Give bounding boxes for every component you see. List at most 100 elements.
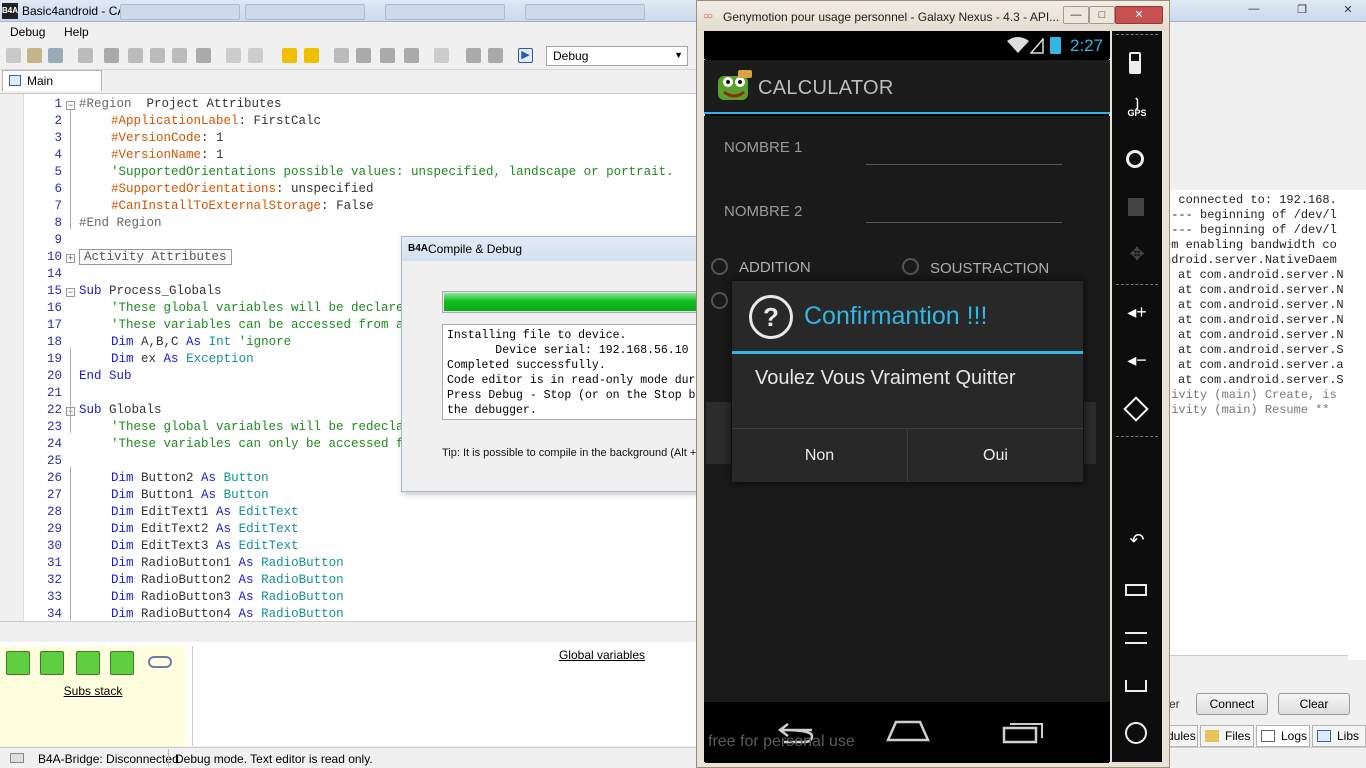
- debug-stop-icon[interactable]: [110, 651, 134, 675]
- arrow-left-icon[interactable]: [282, 48, 297, 63]
- designer-icon[interactable]: [356, 48, 371, 63]
- tab-files[interactable]: Files: [1200, 725, 1254, 747]
- log-horizontal-scrollbar[interactable]: [1162, 655, 1348, 669]
- tab-main[interactable]: Main: [2, 70, 102, 91]
- home-icon[interactable]: [886, 720, 930, 742]
- bookmark-icon[interactable]: [334, 48, 349, 63]
- fold-toggle-icon[interactable]: +: [66, 254, 75, 263]
- undo-icon[interactable]: [150, 48, 165, 63]
- subs-stack-label[interactable]: Subs stack: [0, 684, 186, 698]
- sidebar-recent-icon[interactable]: [1125, 584, 1147, 596]
- genymotion-logo-icon: ○○: [703, 11, 713, 22]
- radio-soustraction[interactable]: [902, 258, 919, 275]
- radio-multiplication[interactable]: [711, 292, 728, 309]
- line-number: 29: [46, 522, 62, 536]
- close-icon[interactable]: ✕: [1115, 6, 1163, 24]
- move-icon[interactable]: ✥: [1112, 244, 1162, 265]
- debug-mode-value: Debug: [553, 49, 589, 63]
- minimize-icon[interactable]: —: [1242, 3, 1266, 18]
- code-line: Dim Button2 As Button: [111, 471, 269, 485]
- line-number: 23: [46, 420, 62, 434]
- gps-widget-icon[interactable]: ❳ GPS: [1112, 97, 1162, 118]
- restore-icon[interactable]: ❐: [1290, 3, 1314, 18]
- camera-widget-icon[interactable]: [1126, 150, 1144, 168]
- nombre1-input[interactable]: [866, 164, 1062, 165]
- code-line: #VersionCode: 1: [111, 131, 224, 145]
- line-number: 25: [46, 454, 62, 468]
- code-line: #End Region: [79, 216, 162, 230]
- clear-button[interactable]: Clear: [1278, 693, 1350, 715]
- sidebar-divider: [1116, 436, 1158, 437]
- designer2-icon[interactable]: [380, 48, 395, 63]
- code-line: Dim ex As Exception: [111, 352, 254, 366]
- sidebar-back-icon[interactable]: ↶: [1112, 530, 1162, 551]
- volume-up-icon[interactable]: ◂+: [1112, 302, 1162, 323]
- debug-pause-icon[interactable]: [76, 651, 100, 675]
- nombre2-input[interactable]: [866, 222, 1062, 223]
- b4a-small-logo-icon: B4A: [408, 243, 429, 254]
- sidebar-menu-icon[interactable]: [1125, 632, 1147, 644]
- redo-icon[interactable]: [172, 48, 187, 63]
- save-icon[interactable]: [48, 48, 63, 63]
- taskbar-button[interactable]: [245, 4, 365, 20]
- tab-logs[interactable]: Logs: [1256, 725, 1310, 747]
- abstract-designer-icon[interactable]: [404, 48, 419, 63]
- line-number: 10: [46, 250, 62, 264]
- maximize-icon[interactable]: □: [1089, 6, 1115, 24]
- uncomment-icon[interactable]: [248, 48, 263, 63]
- new-file-icon[interactable]: [6, 48, 21, 63]
- line-number: 20: [46, 369, 62, 383]
- debug-step-icon[interactable]: [40, 651, 64, 675]
- fold-toggle-icon[interactable]: −: [66, 101, 75, 110]
- genymotion-watermark: free for personal use: [708, 733, 855, 750]
- comment-icon[interactable]: [226, 48, 241, 63]
- link-icon[interactable]: [148, 656, 172, 668]
- minimize-icon[interactable]: —: [1063, 6, 1089, 24]
- sidebar-home-icon[interactable]: [1125, 680, 1147, 692]
- outdent-icon[interactable]: [488, 48, 503, 63]
- recent-apps-icon[interactable]: [1002, 720, 1044, 744]
- find-icon[interactable]: [196, 48, 211, 63]
- code-line: Dim EditText2 As EditText: [111, 522, 299, 536]
- debug-run-icon[interactable]: [6, 651, 30, 675]
- line-number: 24: [46, 437, 62, 451]
- folder-icon: [1205, 730, 1219, 742]
- log-line: ---- beginning of /dev/l: [1164, 223, 1337, 237]
- run-icon[interactable]: ▶: [518, 48, 533, 63]
- dialog-yes-button[interactable]: Oui: [908, 429, 1083, 482]
- open-folder-icon[interactable]: [27, 48, 42, 63]
- close-icon[interactable]: ✕: [1336, 3, 1360, 18]
- line-number: 3: [54, 131, 62, 145]
- connect-button[interactable]: Connect: [1196, 693, 1268, 715]
- dialog-no-button[interactable]: Non: [732, 429, 907, 482]
- taskbar-button[interactable]: [385, 4, 505, 20]
- tab-libs[interactable]: Libs: [1312, 725, 1366, 747]
- battery-widget-icon[interactable]: [1129, 52, 1141, 74]
- volume-down-icon[interactable]: ◂−: [1112, 350, 1162, 371]
- nombre1-label: NOMBRE 1: [724, 139, 803, 156]
- debug-mode-select[interactable]: Debug ▼: [546, 46, 688, 66]
- arrow-right-icon[interactable]: [304, 48, 319, 63]
- editor-horizontal-scrollbar[interactable]: [0, 621, 700, 638]
- radio-addition[interactable]: [711, 258, 728, 275]
- menu-debug[interactable]: Debug: [10, 25, 45, 39]
- media-widget-icon[interactable]: [1128, 198, 1144, 216]
- paste-icon[interactable]: [128, 48, 143, 63]
- code-line: Sub Globals: [79, 403, 162, 417]
- cut-icon[interactable]: [104, 48, 119, 63]
- tab-logs-label: Logs: [1281, 729, 1308, 743]
- taskbar-button[interactable]: [120, 4, 240, 20]
- battery-icon: [1050, 37, 1061, 54]
- wifi-icon: [1007, 37, 1029, 53]
- app-title: CALCULATOR: [758, 77, 894, 99]
- indent-icon[interactable]: [466, 48, 481, 63]
- taskbar-button[interactable]: [525, 4, 645, 20]
- log-panel[interactable]: t connected to: 192.168. ---- beginning o…: [1162, 190, 1366, 660]
- copy-icon[interactable]: [78, 48, 93, 63]
- fold-toggle-icon[interactable]: −: [66, 288, 75, 297]
- fold-guide: [70, 467, 71, 620]
- font-size-icon[interactable]: [434, 48, 449, 63]
- power-icon[interactable]: [1125, 722, 1147, 744]
- editor-gutter: [0, 94, 24, 621]
- menu-help[interactable]: Help: [64, 25, 89, 39]
